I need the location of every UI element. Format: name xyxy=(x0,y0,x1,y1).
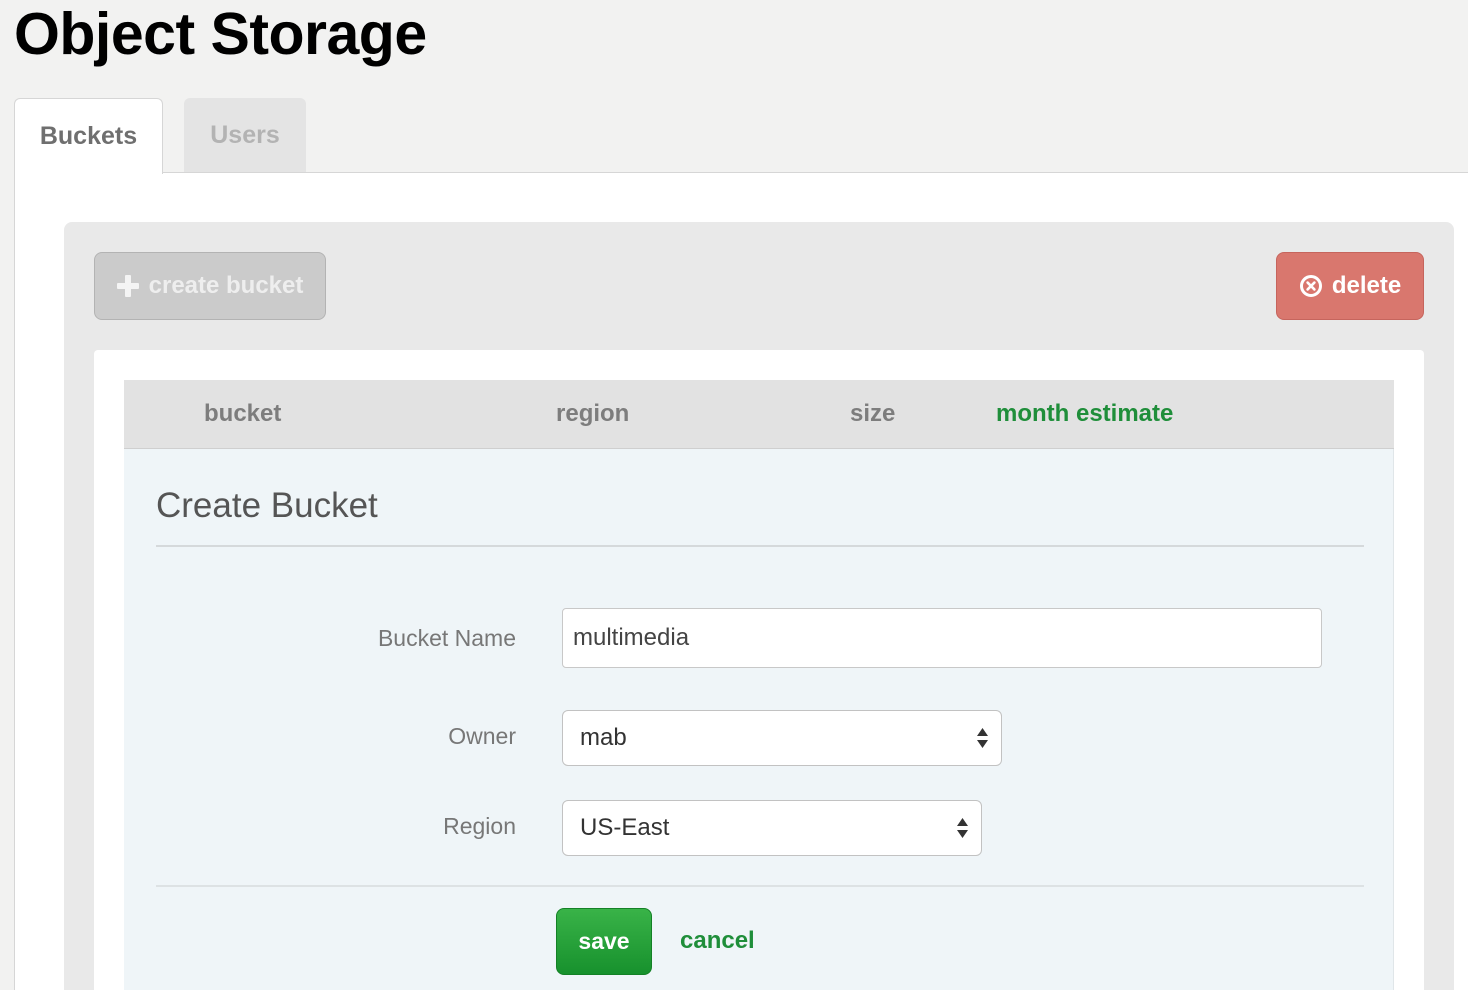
create-bucket-button[interactable]: create bucket xyxy=(94,252,326,320)
column-header-bucket[interactable]: bucket xyxy=(204,380,281,448)
owner-label: Owner xyxy=(448,723,516,749)
column-header-region[interactable]: region xyxy=(556,380,629,448)
circle-x-icon xyxy=(1299,275,1322,297)
tab-users[interactable]: Users xyxy=(184,98,306,172)
select-arrows-icon xyxy=(977,728,988,748)
form-divider-bottom xyxy=(156,885,1364,887)
create-bucket-label: create bucket xyxy=(148,272,304,299)
delete-label: delete xyxy=(1331,272,1402,299)
owner-select-value: mab xyxy=(580,724,627,751)
form-title: Create Bucket xyxy=(156,486,378,525)
form-divider-top xyxy=(156,545,1364,547)
table-header: bucket region size month estimate xyxy=(124,380,1394,449)
region-label: Region xyxy=(443,813,516,839)
cancel-link[interactable]: cancel xyxy=(680,926,755,956)
tab-buckets[interactable]: Buckets xyxy=(14,98,163,174)
column-header-size[interactable]: size xyxy=(850,380,895,448)
bucket-name-input[interactable] xyxy=(562,608,1322,668)
column-header-month-estimate[interactable]: month estimate xyxy=(996,380,1173,448)
owner-select[interactable]: mab xyxy=(562,710,1002,766)
save-button[interactable]: save xyxy=(556,908,652,975)
region-select[interactable]: US-East xyxy=(562,800,982,856)
region-select-value: US-East xyxy=(580,814,670,841)
plus-icon xyxy=(116,275,139,297)
bucket-name-label: Bucket Name xyxy=(377,625,516,651)
select-arrows-icon xyxy=(957,818,968,838)
delete-button[interactable]: delete xyxy=(1276,252,1424,320)
page-title: Object Storage xyxy=(14,1,427,67)
